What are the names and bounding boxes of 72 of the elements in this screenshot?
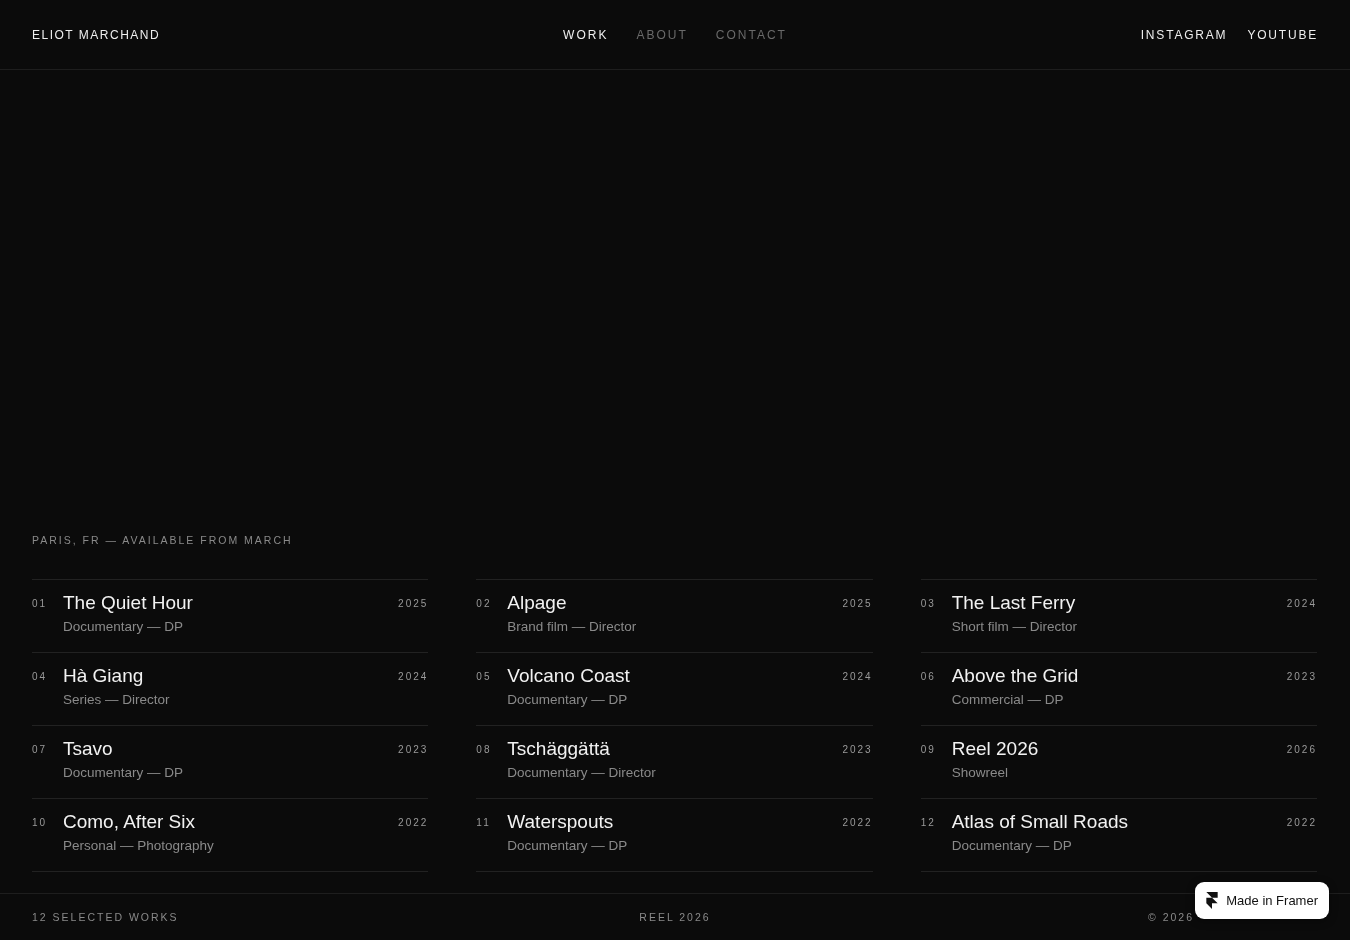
work-year: 2022 xyxy=(842,816,873,830)
work-title: Atlas of Small Roads xyxy=(951,811,1129,833)
copyright: © 2026 xyxy=(1148,911,1194,923)
work-meta: Personal — Photography xyxy=(63,838,215,853)
work-number: 04 xyxy=(32,670,49,684)
work-item[interactable]: 10 Como, After Six Personal — Photography 2022 xyxy=(32,798,429,872)
work-number: 08 xyxy=(476,743,493,757)
social-link[interactable]: YOUTUBE xyxy=(1247,27,1318,42)
framer-logo-icon xyxy=(1206,892,1219,909)
work-title: Tsavo xyxy=(63,738,114,760)
work-year: 2026 xyxy=(1286,743,1317,757)
work-number: 07 xyxy=(32,743,49,757)
work-number: 05 xyxy=(476,670,493,684)
work-meta: Series — Director xyxy=(63,692,171,707)
work-number: 09 xyxy=(920,743,937,757)
work-item[interactable]: 12 Atlas of Small Roads Documentary — DP 2022 xyxy=(920,798,1317,872)
work-meta: Documentary — DP xyxy=(63,765,185,780)
work-title: Waterspouts xyxy=(507,811,615,833)
work-item[interactable]: 02 Alpage Brand film — Director 2025 xyxy=(476,579,873,653)
work-item[interactable]: 06 Above the Grid Commercial — DP 2023 xyxy=(920,652,1317,726)
work-year: 2023 xyxy=(842,743,873,757)
work-item[interactable]: 04 Hà Giang Series — Director 2024 xyxy=(32,652,429,726)
work-year: 2025 xyxy=(842,597,873,611)
work-title: Alpage xyxy=(507,592,568,614)
work-meta: Showreel xyxy=(951,765,1009,780)
work-meta: Documentary — DP xyxy=(507,838,629,853)
work-title: Hà Giang xyxy=(63,665,145,687)
work-title: Volcano Coast xyxy=(507,665,631,687)
work-title: Above the Grid xyxy=(951,665,1080,687)
works-count: 12 SELECTED WORKS xyxy=(32,911,180,923)
work-item[interactable]: 05 Volcano Coast Documentary — DP 2024 xyxy=(476,652,873,726)
work-year: 2025 xyxy=(398,597,429,611)
work-year: 2023 xyxy=(1286,670,1317,684)
work-number: 12 xyxy=(920,816,937,830)
work-title: The Quiet Hour xyxy=(63,592,194,614)
work-title: Tschäggättä xyxy=(507,738,611,760)
reel-label: REEL 2026 xyxy=(639,911,711,923)
nav-link[interactable]: WORK xyxy=(563,27,609,42)
work-number: 06 xyxy=(920,670,937,684)
work-item[interactable]: 08 Tschäggättä Documentary — Director 2023 xyxy=(476,725,873,799)
work-meta: Documentary — DP xyxy=(951,838,1073,853)
work-title: Como, After Six xyxy=(63,811,196,833)
work-item[interactable]: 03 The Last Ferry Short film — Director 2024 xyxy=(920,579,1317,653)
work-meta: Short film — Director xyxy=(951,619,1078,634)
made-in-framer-badge[interactable]: Made in Framer xyxy=(1195,882,1329,919)
work-number: 11 xyxy=(476,816,492,830)
work-meta: Documentary — DP xyxy=(507,692,629,707)
work-year: 2024 xyxy=(1286,597,1317,611)
work-title: Reel 2026 xyxy=(951,738,1040,760)
work-year: 2024 xyxy=(842,670,873,684)
work-meta: Documentary — DP xyxy=(63,619,185,634)
work-number: 02 xyxy=(476,597,493,611)
site-name: ELIOT MARCHAND xyxy=(32,27,162,42)
work-meta: Commercial — DP xyxy=(951,692,1065,707)
tagline: PARIS, FR — AVAILABLE FROM MARCH xyxy=(31,534,294,546)
nav-link[interactable]: CONTACT xyxy=(715,27,787,42)
work-number: 10 xyxy=(32,816,49,830)
work-year: 2023 xyxy=(398,743,429,757)
work-item[interactable]: 11 Waterspouts Documentary — DP 2022 xyxy=(476,798,873,872)
work-year: 2022 xyxy=(398,816,429,830)
work-year: 2024 xyxy=(398,670,429,684)
work-year: 2022 xyxy=(1286,816,1317,830)
work-meta: Brand film — Director xyxy=(507,619,638,634)
work-title: The Last Ferry xyxy=(951,592,1077,614)
nav-link[interactable]: ABOUT xyxy=(636,27,688,42)
work-item[interactable]: 07 Tsavo Documentary — DP 2023 xyxy=(32,725,429,799)
work-number: 03 xyxy=(920,597,937,611)
social-link[interactable]: INSTAGRAM xyxy=(1140,27,1228,42)
work-meta: Documentary — Director xyxy=(507,765,657,780)
work-number: 01 xyxy=(32,597,49,611)
work-item[interactable]: 01 The Quiet Hour Documentary — DP 2025 xyxy=(32,579,429,653)
work-item[interactable]: 09 Reel 2026 Showreel 2026 xyxy=(920,725,1317,799)
